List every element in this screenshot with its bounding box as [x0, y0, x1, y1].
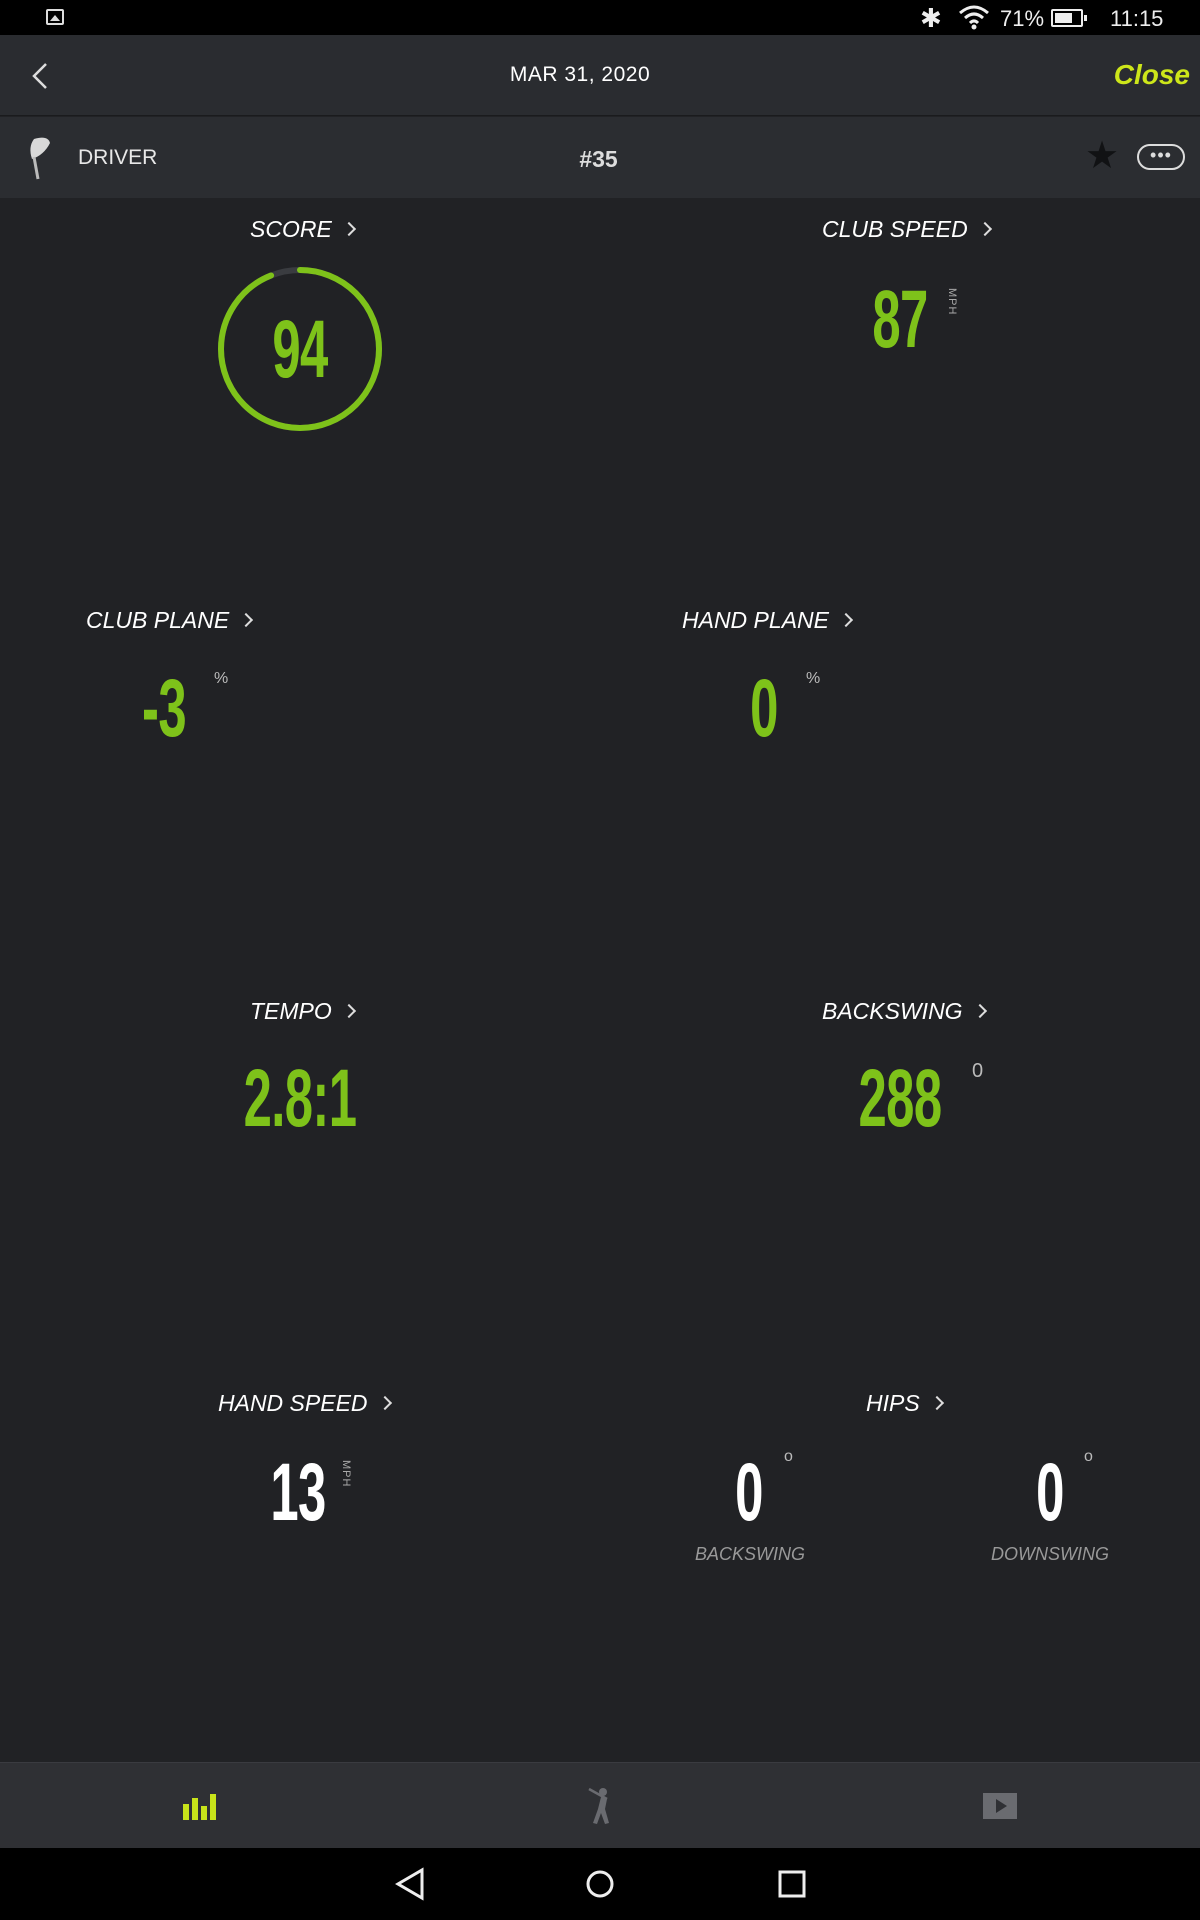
- club-bar: DRIVER #35 ★ •••: [0, 117, 1200, 198]
- chevron-right-icon: [929, 1395, 944, 1411]
- hand-speed-label-text: HAND SPEED: [218, 1390, 368, 1416]
- hips-label-text: HIPS: [866, 1390, 920, 1416]
- hips-backswing-label: BACKSWING: [694, 1544, 805, 1564]
- club-plane-label[interactable]: CLUB PLANE: [86, 607, 254, 634]
- chevron-right-icon: [341, 221, 356, 237]
- hips-backswing-unit: o: [784, 1448, 793, 1465]
- club-plane-label-text: CLUB PLANE: [86, 607, 230, 633]
- club-plane-value: -3: [142, 663, 187, 754]
- nav-home-icon[interactable]: [580, 1866, 620, 1902]
- hips-downswing-label: DOWNSWING: [991, 1544, 1109, 1564]
- system-nav-bar: [0, 1848, 1200, 1920]
- hips-downswing-value: 0: [1036, 1447, 1064, 1538]
- backswing-unit: 0: [972, 1060, 984, 1082]
- tab-stats[interactable]: [0, 1763, 400, 1849]
- session-date: MAR 31, 2020: [509, 63, 651, 86]
- battery-icon: [1051, 9, 1087, 27]
- hips-downswing-unit: o: [1084, 1448, 1093, 1465]
- chevron-right-icon: [377, 1395, 392, 1411]
- club-speed-value: 87: [872, 274, 928, 365]
- golfer-icon: [588, 1787, 609, 1824]
- club-plane-unit: %: [214, 670, 229, 687]
- score-value: 94: [272, 304, 328, 395]
- hand-speed-label[interactable]: HAND SPEED: [218, 1390, 392, 1417]
- club-speed-label[interactable]: CLUB SPEED: [822, 216, 992, 243]
- club-speed-label-text: CLUB SPEED: [822, 216, 968, 242]
- wifi-icon: [959, 5, 989, 30]
- hand-plane-label-text: HAND PLANE: [682, 607, 829, 633]
- chevron-right-icon: [977, 221, 992, 237]
- tempo-label[interactable]: TEMPO: [250, 998, 356, 1025]
- chevron-right-icon: [838, 612, 854, 628]
- favorite-star-icon[interactable]: ★: [1085, 136, 1119, 174]
- hand-plane-label[interactable]: HAND PLANE: [682, 607, 854, 634]
- tempo-label-text: TEMPO: [250, 998, 332, 1024]
- hand-speed-unit: MPH: [340, 1460, 352, 1488]
- more-options-button[interactable]: •••: [1137, 144, 1185, 170]
- clock: 11:15: [1110, 6, 1164, 31]
- bluetooth-icon: ✱: [920, 4, 942, 34]
- bottom-tab-bar: [0, 1762, 1200, 1848]
- bar-chart-icon: [183, 1794, 216, 1820]
- video-play-icon: [983, 1793, 1017, 1819]
- club-speed-unit: MPH: [946, 288, 958, 316]
- hips-label[interactable]: HIPS: [866, 1390, 944, 1417]
- status-bar: ✱ 71% 11:15: [0, 0, 1200, 35]
- hand-plane-unit: %: [806, 670, 821, 687]
- swing-number: #35: [579, 146, 618, 172]
- score-label[interactable]: SCORE: [250, 216, 356, 243]
- tempo-value: 2.8:1: [243, 1053, 357, 1144]
- app-header: MAR 31, 2020 Close: [0, 35, 1200, 116]
- backswing-label[interactable]: BACKSWING: [822, 998, 987, 1025]
- gallery-notification-icon: [46, 9, 64, 25]
- close-button[interactable]: Close: [1114, 59, 1190, 91]
- battery-percent: 71%: [1000, 6, 1045, 31]
- chevron-right-icon: [341, 1003, 356, 1019]
- nav-back-icon[interactable]: [390, 1866, 430, 1902]
- tab-video[interactable]: [800, 1763, 1200, 1849]
- chevron-right-icon: [239, 612, 254, 628]
- nav-recents-icon[interactable]: [772, 1866, 812, 1902]
- backswing-label-text: BACKSWING: [822, 998, 963, 1024]
- score-label-text: SCORE: [250, 216, 332, 242]
- backswing-value: 288: [858, 1053, 943, 1144]
- tab-swing[interactable]: [400, 1763, 800, 1849]
- chevron-right-icon: [972, 1003, 987, 1019]
